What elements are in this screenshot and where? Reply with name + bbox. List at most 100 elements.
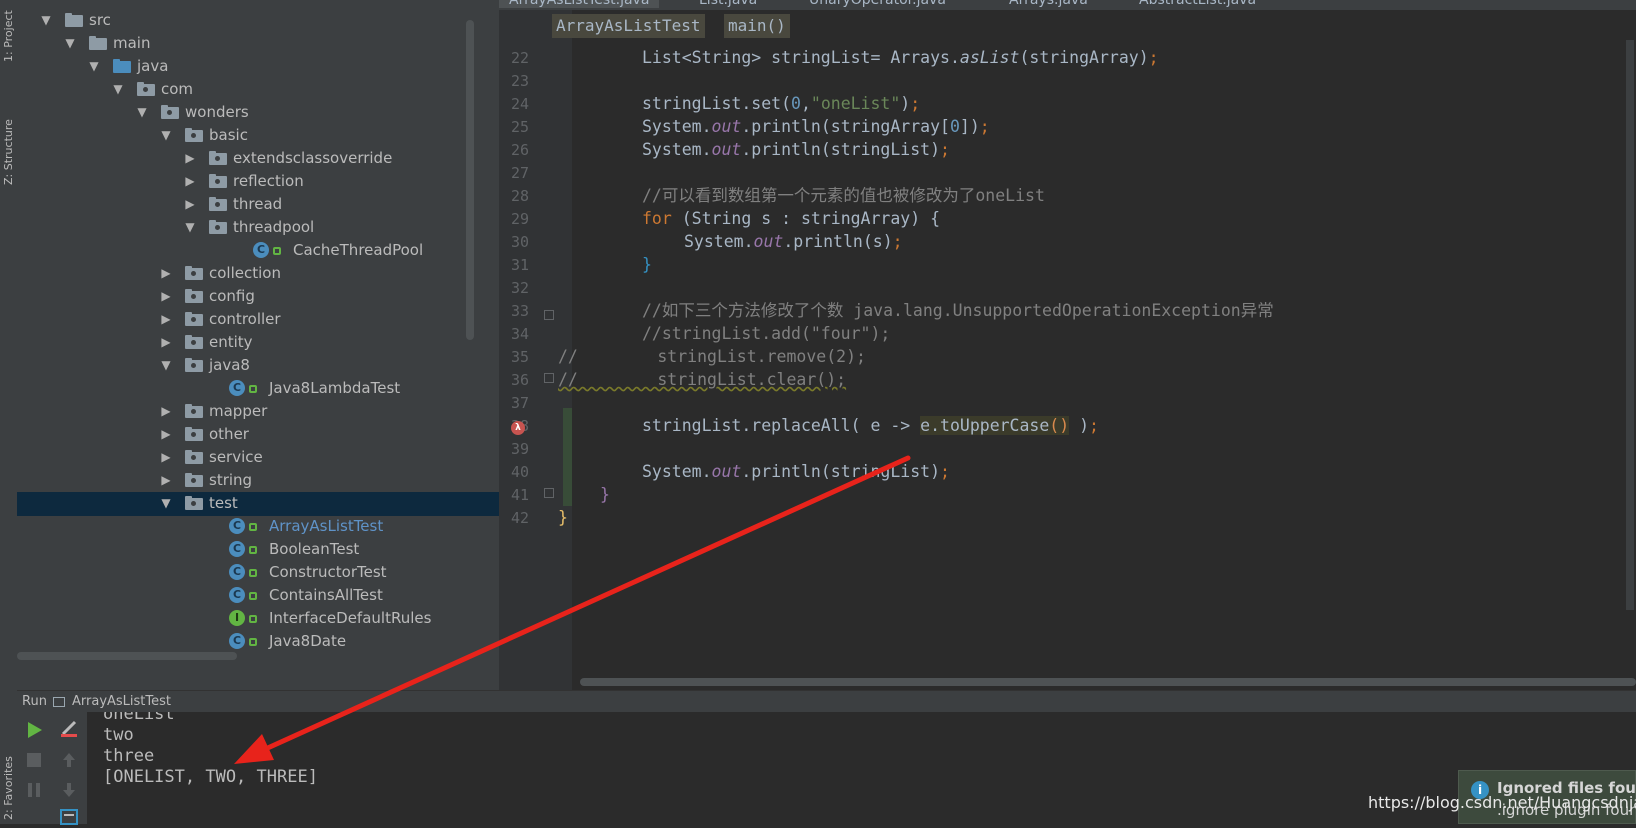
tree-item-java[interactable]: ▼ java — [17, 55, 499, 79]
expand-arrow-icon[interactable]: ▶ — [159, 334, 173, 349]
package-dot — [191, 432, 196, 437]
code-editor[interactable]: List<String> stringList= Arrays.asList(s… — [558, 10, 1636, 690]
run-toolbar — [17, 712, 87, 825]
tab-list[interactable]: List.java — [699, 0, 757, 8]
editor-horizontal-scrollbar[interactable] — [580, 678, 1636, 686]
project-horizontal-scrollbar[interactable] — [17, 652, 237, 660]
tree-item-mapper[interactable]: ▶ mapper — [17, 400, 499, 424]
tree-item-wonders[interactable]: ▼ wonders — [17, 101, 499, 125]
expand-arrow-icon[interactable]: ▶ — [183, 173, 197, 188]
code-line-35: // stringList.remove(2); — [558, 347, 866, 366]
tree-item-service[interactable]: ▶ service — [17, 446, 499, 470]
tree-item-java8date[interactable]: C Java8Date — [17, 630, 499, 654]
stop-icon[interactable] — [24, 750, 44, 770]
code-line-33: //如下三个方法修改了个数 java.lang.UnsupportedOpera… — [642, 301, 1274, 320]
class-icon: C — [253, 242, 269, 258]
package-dot — [215, 225, 220, 230]
expand-arrow-icon[interactable]: ▶ — [159, 449, 173, 464]
tree-item-label: entity — [209, 333, 253, 351]
tree-item-reflection[interactable]: ▶ reflection — [17, 170, 499, 194]
tree-item-label: CacheThreadPool — [293, 241, 424, 259]
code-line-30: System.out.println(s); — [684, 232, 903, 251]
clear-output-icon[interactable] — [59, 718, 79, 738]
tree-item-config[interactable]: ▶ config — [17, 285, 499, 309]
package-dot — [215, 179, 220, 184]
expand-arrow-icon[interactable]: ▶ — [159, 472, 173, 487]
favorites-tool-tab[interactable]: 2: Favorites — [0, 720, 17, 824]
run-config-icon — [53, 697, 65, 707]
rerun-icon[interactable] — [24, 720, 44, 740]
tree-item-com[interactable]: ▼ com — [17, 78, 499, 102]
expand-arrow-icon[interactable]: ▶ — [159, 311, 173, 326]
tree-item-label: thread — [233, 195, 283, 213]
pause-icon[interactable] — [24, 780, 44, 800]
tree-item-basic[interactable]: ▼ basic — [17, 124, 499, 148]
collapse-arrow-icon[interactable]: ▼ — [159, 495, 173, 510]
soft-wrap-icon[interactable] — [59, 808, 79, 828]
expand-arrow-icon[interactable]: ▶ — [159, 426, 173, 441]
line-number: 39 — [510, 440, 529, 458]
tree-item-extendsclassoverride[interactable]: ▶ extendsclassoverride — [17, 147, 499, 171]
tree-item-containsalltest[interactable]: C ContainsAllTest — [17, 584, 499, 608]
tree-item-main[interactable]: ▼ main — [17, 32, 499, 56]
collapse-arrow-icon[interactable]: ▼ — [135, 104, 149, 119]
tab-abstractlist[interactable]: AbstractList.java — [1139, 0, 1256, 8]
collapse-arrow-icon[interactable]: ▼ — [159, 357, 173, 372]
tree-item-label: BooleanTest — [269, 540, 360, 558]
tree-item-booleantest[interactable]: C BooleanTest — [17, 538, 499, 562]
down-arrow-icon[interactable] — [59, 780, 79, 800]
tree-item-label: src — [89, 11, 111, 29]
expand-arrow-icon[interactable]: ▶ — [159, 288, 173, 303]
lambda-gutter-icon[interactable]: λ — [511, 421, 525, 435]
tree-item-cachethreadpool[interactable]: C CacheThreadPool — [17, 239, 499, 263]
tree-item-arrayaslisttest[interactable]: C ArrayAsListTest — [17, 515, 499, 539]
fold-icon[interactable] — [544, 373, 554, 383]
code-line-34: //stringList.add("four"); — [642, 324, 891, 343]
tree-item-collection[interactable]: ▶ collection — [17, 262, 499, 286]
tree-item-java8[interactable]: ▼ java8 — [17, 354, 499, 378]
tree-item-src[interactable]: ▼ src — [17, 9, 499, 33]
access-icon — [273, 247, 281, 255]
tree-item-entity[interactable]: ▶ entity — [17, 331, 499, 355]
breadcrumb-class[interactable]: ArrayAsListTest — [552, 14, 705, 38]
collapse-arrow-icon[interactable]: ▼ — [183, 219, 197, 234]
tree-item-java8lambdatest[interactable]: C Java8LambdaTest — [17, 377, 499, 401]
expand-arrow-icon[interactable]: ▶ — [183, 196, 197, 211]
tree-item-string[interactable]: ▶ string — [17, 469, 499, 493]
code-line-38: stringList.replaceAll( e -> e.toUpperCas… — [642, 416, 1099, 435]
tree-item-threadpool[interactable]: ▼ threadpool — [17, 216, 499, 240]
fold-icon[interactable] — [544, 488, 554, 498]
tree-item-controller[interactable]: ▶ controller — [17, 308, 499, 332]
tree-item-label: ArrayAsListTest — [269, 517, 384, 535]
structure-tool-tab[interactable]: Z: Structure — [0, 100, 17, 190]
collapse-arrow-icon[interactable]: ▼ — [87, 58, 101, 73]
class-icon: C — [229, 380, 245, 396]
tree-item-thread[interactable]: ▶ thread — [17, 193, 499, 217]
console-line: [ONELIST, TWO, THREE] — [103, 767, 318, 787]
project-tool-tab[interactable]: 1: Project — [0, 0, 17, 70]
interface-icon: I — [229, 610, 245, 626]
tree-item-constructortest[interactable]: C ConstructorTest — [17, 561, 499, 585]
package-dot — [167, 110, 172, 115]
collapse-arrow-icon[interactable]: ▼ — [63, 35, 77, 50]
expand-arrow-icon[interactable]: ▶ — [159, 403, 173, 418]
collapse-arrow-icon[interactable]: ▼ — [39, 12, 53, 27]
line-number: 37 — [510, 394, 529, 412]
code-line-26: System.out.println(stringList); — [642, 140, 950, 159]
project-scrollbar[interactable] — [466, 20, 474, 340]
tree-item-other[interactable]: ▶ other — [17, 423, 499, 447]
collapse-arrow-icon[interactable]: ▼ — [111, 81, 125, 96]
tab-arrayaslisttest[interactable]: ArrayAsListTest.java — [499, 0, 660, 8]
tree-item-test[interactable]: ▼ test — [17, 492, 499, 516]
tab-unaryoperator[interactable]: UnaryOperator.java — [809, 0, 946, 8]
expand-arrow-icon[interactable]: ▶ — [159, 265, 173, 280]
tree-item-interfacedefaultrules[interactable]: I InterfaceDefaultRules — [17, 607, 499, 631]
tab-arrays[interactable]: Arrays.java — [1009, 0, 1088, 8]
fold-icon[interactable] — [544, 310, 554, 320]
expand-arrow-icon[interactable]: ▶ — [183, 150, 197, 165]
collapse-arrow-icon[interactable]: ▼ — [159, 127, 173, 142]
up-arrow-icon[interactable] — [59, 750, 79, 770]
run-config-name[interactable]: ArrayAsListTest — [72, 694, 171, 709]
package-dot — [191, 317, 196, 322]
breadcrumb-method[interactable]: main() — [724, 14, 790, 38]
